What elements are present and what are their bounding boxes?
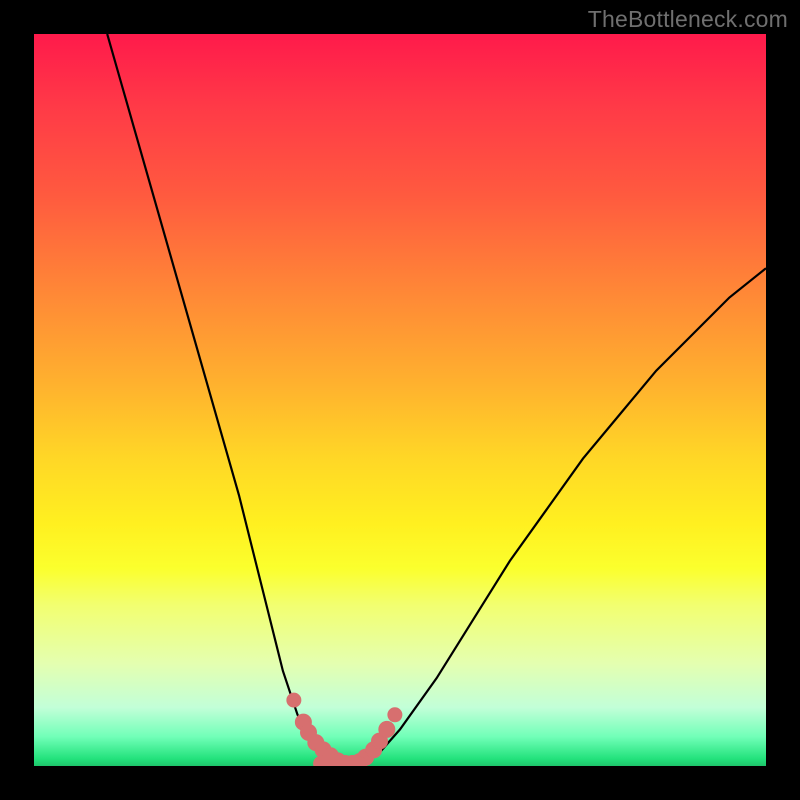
watermark-label: TheBottleneck.com (588, 6, 788, 33)
minimum-plateau-bar (314, 757, 367, 766)
plot-area (34, 34, 766, 766)
optimal-region-markers (287, 693, 402, 766)
marker-dot (388, 708, 402, 722)
marker-dot (287, 693, 301, 707)
bottleneck-curve (107, 34, 766, 765)
chart-frame: TheBottleneck.com (0, 0, 800, 800)
marker-dot (379, 721, 395, 737)
chart-svg (34, 34, 766, 766)
